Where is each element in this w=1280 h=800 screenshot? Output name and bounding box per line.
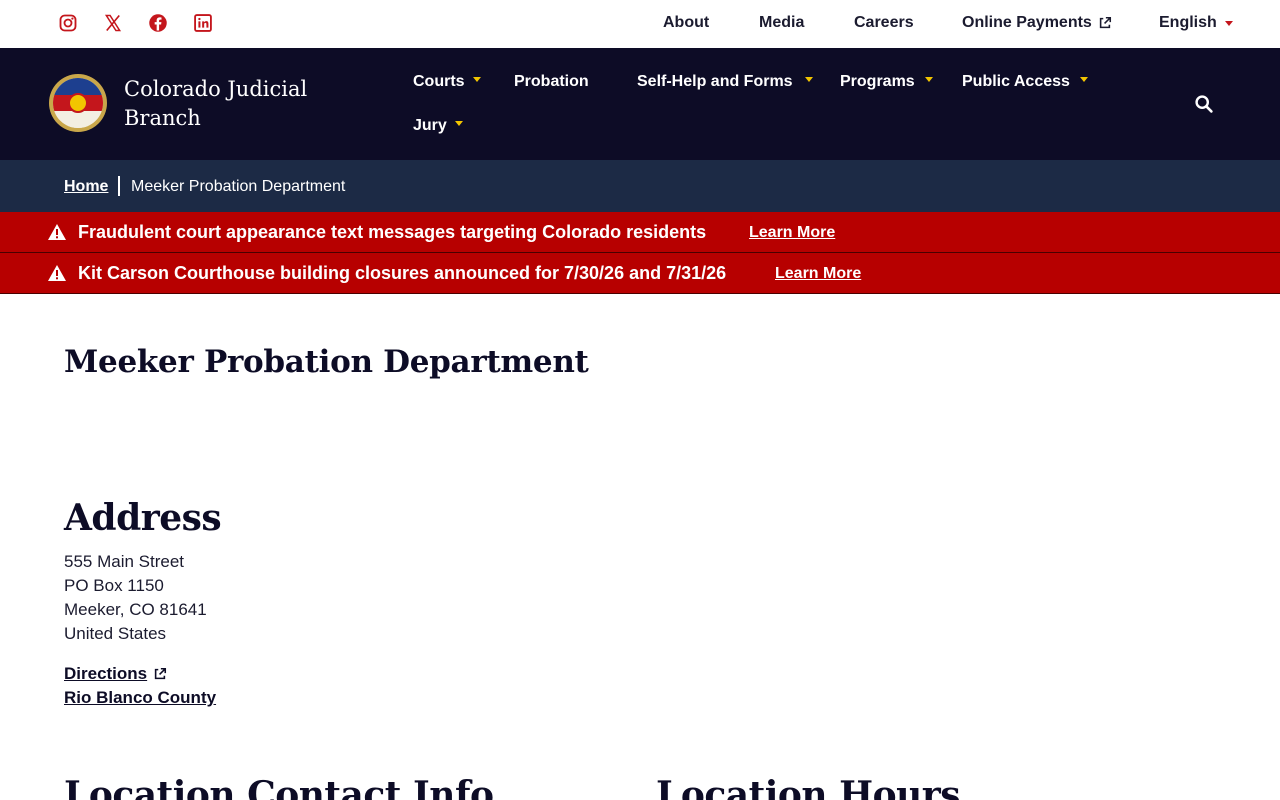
nav-probation-label: Probation <box>514 73 589 90</box>
nav-jury-label: Jury <box>413 117 447 134</box>
alert-message: Fraudulent court appearance text message… <box>78 222 707 242</box>
directions-label: Directions <box>64 664 148 683</box>
nav-self-help[interactable]: Self-Help and Forms <box>637 73 813 91</box>
nav-public-access-label: Public Access <box>962 73 1070 90</box>
nav-programs[interactable]: Programs <box>840 73 933 91</box>
chevron-down-icon <box>454 120 463 126</box>
careers-link[interactable]: Careers <box>854 14 914 32</box>
nav-courts[interactable]: Courts <box>413 73 481 91</box>
language-selector[interactable]: English <box>1159 14 1233 32</box>
nav-probation[interactable]: Probation <box>514 73 589 91</box>
address-line: 555 Main Street <box>64 552 185 571</box>
search-icon[interactable] <box>1194 94 1214 114</box>
about-link[interactable]: About <box>663 14 709 32</box>
breadcrumb: Home Meeker Probation Department <box>0 160 1280 212</box>
breadcrumb-current: Meeker Probation Department <box>131 178 346 195</box>
page-title: Meeker Probation Department <box>64 344 589 380</box>
nav-programs-label: Programs <box>840 73 915 90</box>
utility-bar: About Media Careers Online Payments Engl… <box>0 0 1280 48</box>
language-label: English <box>1159 14 1217 31</box>
nav-self-help-label: Self-Help and Forms <box>637 73 793 90</box>
site-name[interactable]: Colorado Judicial Branch <box>124 75 354 133</box>
courts-seal-logo[interactable] <box>49 74 107 132</box>
media-link[interactable]: Media <box>759 14 804 32</box>
alert-learn-more-link[interactable]: Learn More <box>749 224 835 242</box>
address-heading: Address <box>64 497 222 539</box>
breadcrumb-home-link[interactable]: Home <box>64 178 108 196</box>
nav-public-access[interactable]: Public Access <box>962 73 1088 91</box>
chevron-down-icon <box>1079 76 1088 82</box>
county-link[interactable]: Rio Blanco County <box>64 688 216 708</box>
chevron-down-icon <box>804 76 813 82</box>
main-navigation: Colorado Judicial Branch Courts Probatio… <box>0 48 1280 160</box>
address-line: Meeker, CO 81641 <box>64 600 207 619</box>
seal-face <box>53 78 103 128</box>
online-payments-link[interactable]: Online Payments <box>962 14 1112 32</box>
breadcrumb-separator <box>118 176 120 196</box>
directions-link[interactable]: Directions <box>64 664 167 684</box>
seal-scales-emblem <box>68 93 88 113</box>
contact-info-heading: Location Contact Info <box>64 774 494 800</box>
utility-links: About Media Careers Online Payments Engl… <box>0 14 1280 36</box>
alert-banner: Fraudulent court appearance text message… <box>0 212 1280 253</box>
online-payments-label: Online Payments <box>962 14 1092 31</box>
warning-icon <box>48 265 66 281</box>
chevron-down-icon <box>472 76 481 82</box>
external-link-icon <box>154 667 167 680</box>
nav-jury[interactable]: Jury <box>413 117 463 135</box>
address-line: PO Box 1150 <box>64 576 164 595</box>
external-link-icon <box>1099 16 1111 29</box>
chevron-down-icon <box>924 76 933 82</box>
alert-message: Kit Carson Courthouse building closures … <box>78 263 727 283</box>
address-line: United States <box>64 624 167 643</box>
alert-learn-more-link[interactable]: Learn More <box>775 265 861 283</box>
nav-courts-label: Courts <box>413 73 465 90</box>
warning-icon <box>48 224 66 240</box>
seal-band-white <box>53 111 103 128</box>
location-hours-heading: Location Hours <box>656 774 961 800</box>
alert-banner: Kit Carson Courthouse building closures … <box>0 253 1280 294</box>
chevron-down-icon <box>1224 20 1233 26</box>
